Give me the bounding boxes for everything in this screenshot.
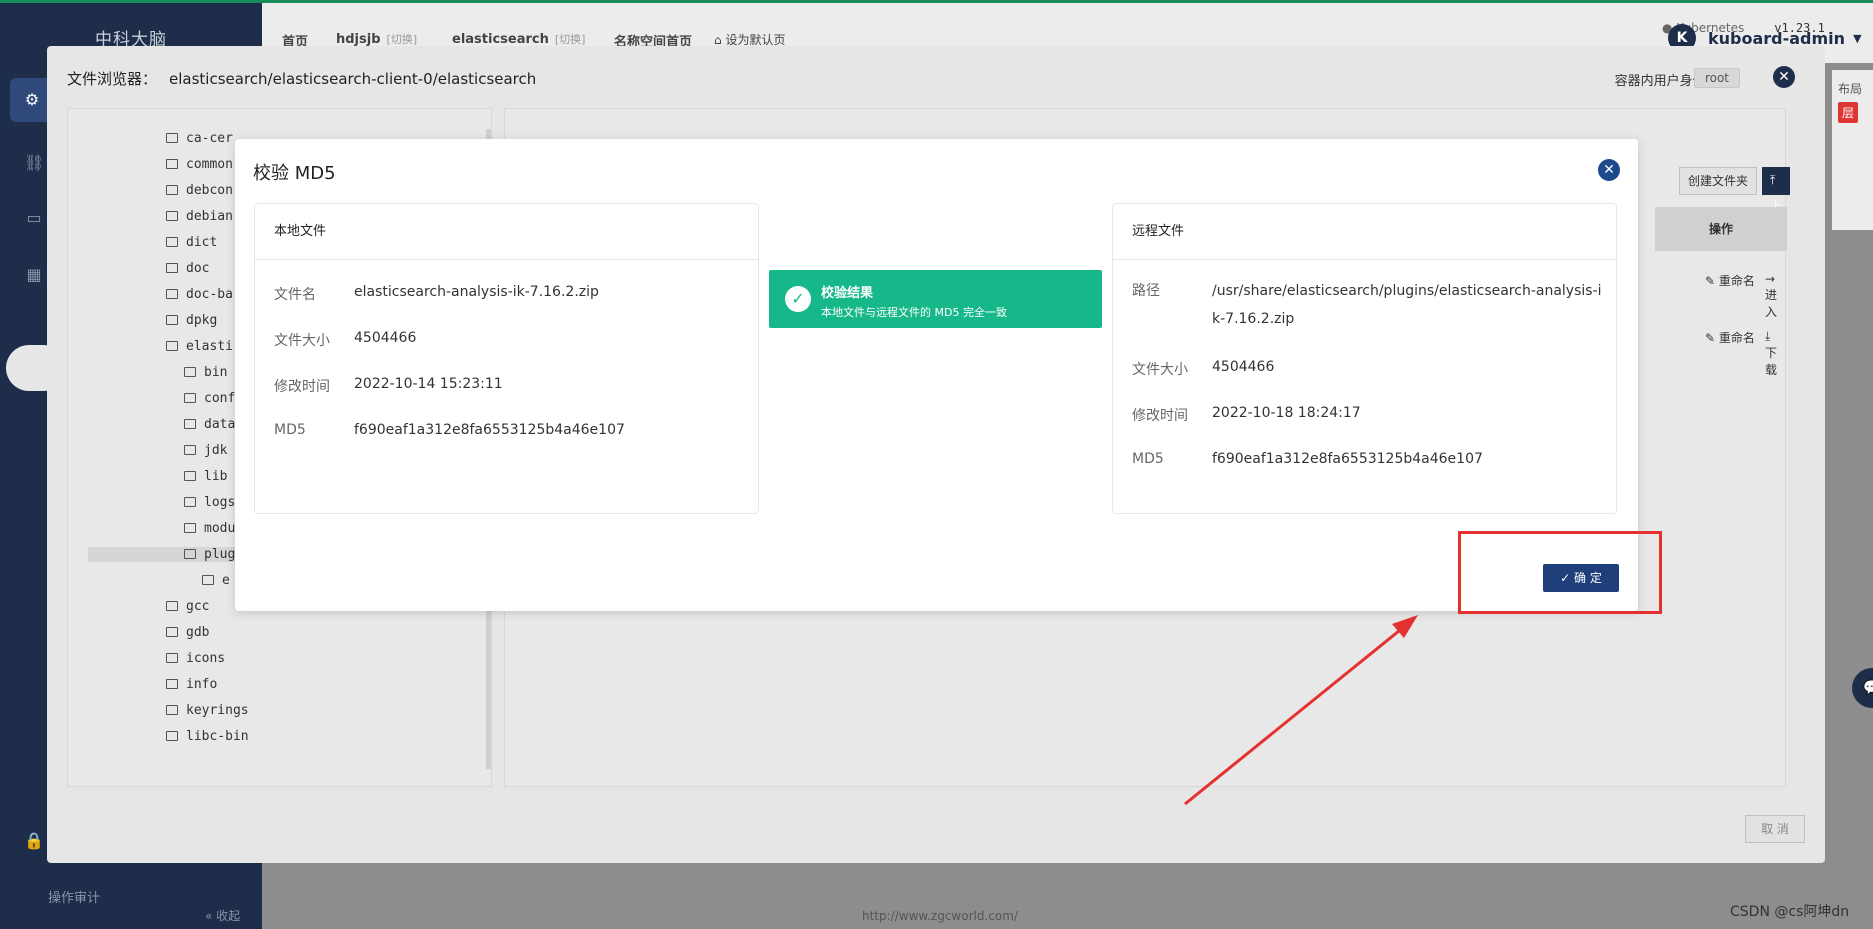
annotation-arrow [1184, 615, 1418, 806]
